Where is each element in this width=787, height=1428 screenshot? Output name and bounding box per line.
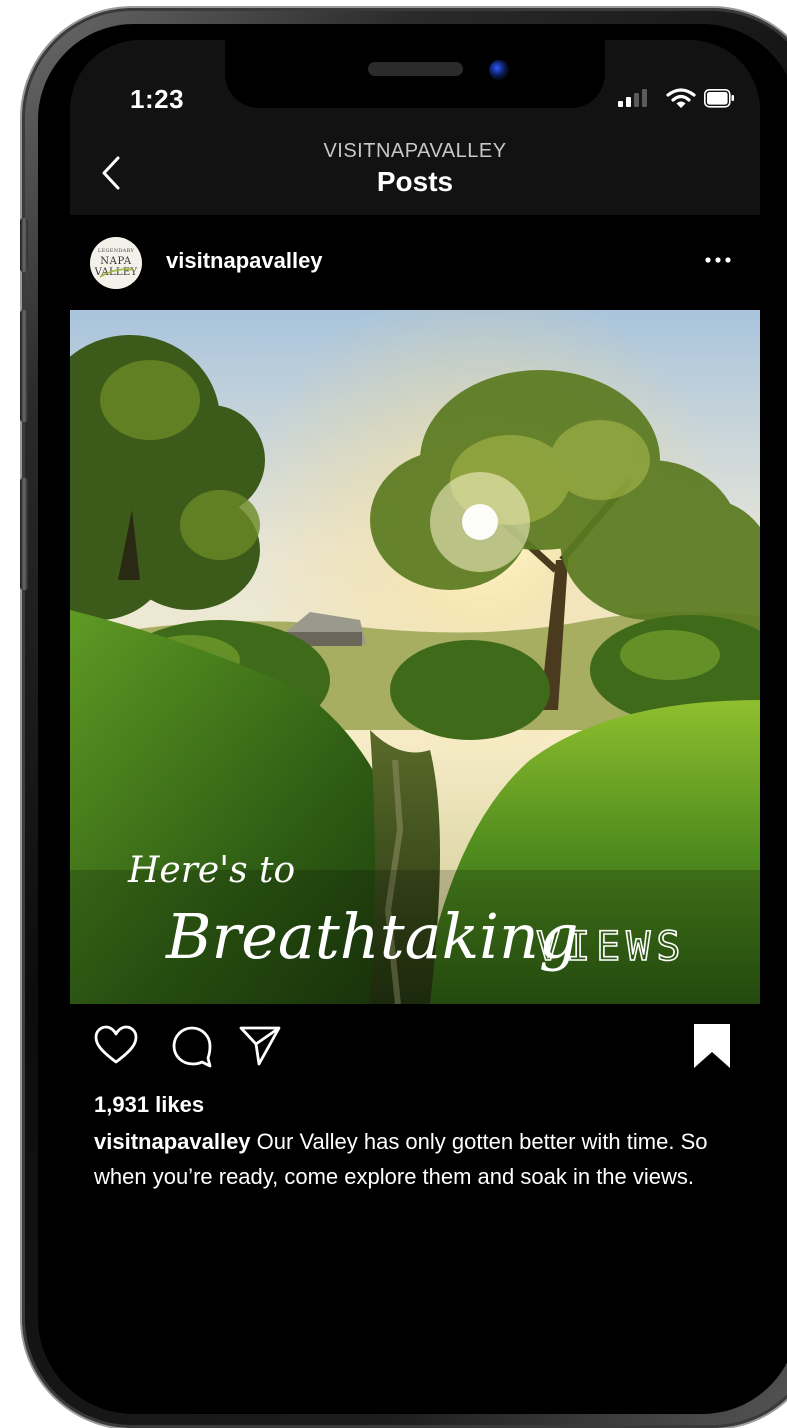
nav-subtitle: VISITNAPAVALLEY — [323, 140, 507, 162]
share-icon — [239, 1026, 281, 1066]
post-caption: visitnapavalley Our Valley has only gott… — [94, 1124, 734, 1194]
volume-down-button — [20, 478, 28, 590]
napa-valley-logo: LEGENDARY NAPA VALLEY — [90, 237, 142, 289]
post-username[interactable]: visitnapavalley — [166, 248, 323, 274]
heart-icon — [94, 1025, 138, 1064]
svg-text:NAPA: NAPA — [100, 256, 132, 267]
status-time: 1:23 — [130, 84, 185, 114]
overlay-text-breathtaking: Breathtaking — [165, 900, 579, 973]
phone-screen: 1:23 VISITNAPAVALLEY Posts LEGENDARY NAP… — [70, 40, 760, 1366]
avatar[interactable]: LEGENDARY NAPA VALLEY — [90, 237, 142, 289]
top-bar: 1:23 VISITNAPAVALLEY Posts — [70, 40, 760, 215]
svg-text:LEGENDARY: LEGENDARY — [98, 248, 135, 254]
nav-title: Posts — [376, 166, 454, 197]
wifi-icon — [666, 88, 696, 108]
post-image[interactable]: Here's to Breathtaking VIEWS — [70, 310, 760, 1004]
share-button[interactable] — [236, 1022, 284, 1070]
mute-switch — [20, 218, 28, 272]
comment-icon — [172, 1026, 212, 1068]
post-actions — [70, 1022, 760, 1072]
ellipsis-icon — [705, 257, 731, 263]
signal-icon — [618, 89, 647, 107]
overlay-text-views: VIEWS — [536, 924, 686, 970]
battery-icon — [704, 89, 734, 108]
post-header: LEGENDARY NAPA VALLEY visitnapavalley — [70, 215, 760, 310]
bookmark-icon — [694, 1024, 730, 1068]
like-button[interactable] — [92, 1022, 140, 1070]
more-options-button[interactable] — [698, 245, 738, 275]
overlay-text-heres-to: Here's to — [127, 850, 295, 891]
save-button[interactable] — [688, 1022, 736, 1070]
caption-username[interactable]: visitnapavalley — [94, 1129, 251, 1154]
speaker-grille — [368, 62, 463, 76]
comment-button[interactable] — [168, 1022, 216, 1070]
status-icons — [618, 86, 738, 110]
volume-up-button — [20, 310, 28, 422]
likes-count[interactable]: 1,931 likes — [94, 1092, 204, 1118]
front-camera — [489, 60, 509, 80]
notch — [225, 40, 605, 108]
